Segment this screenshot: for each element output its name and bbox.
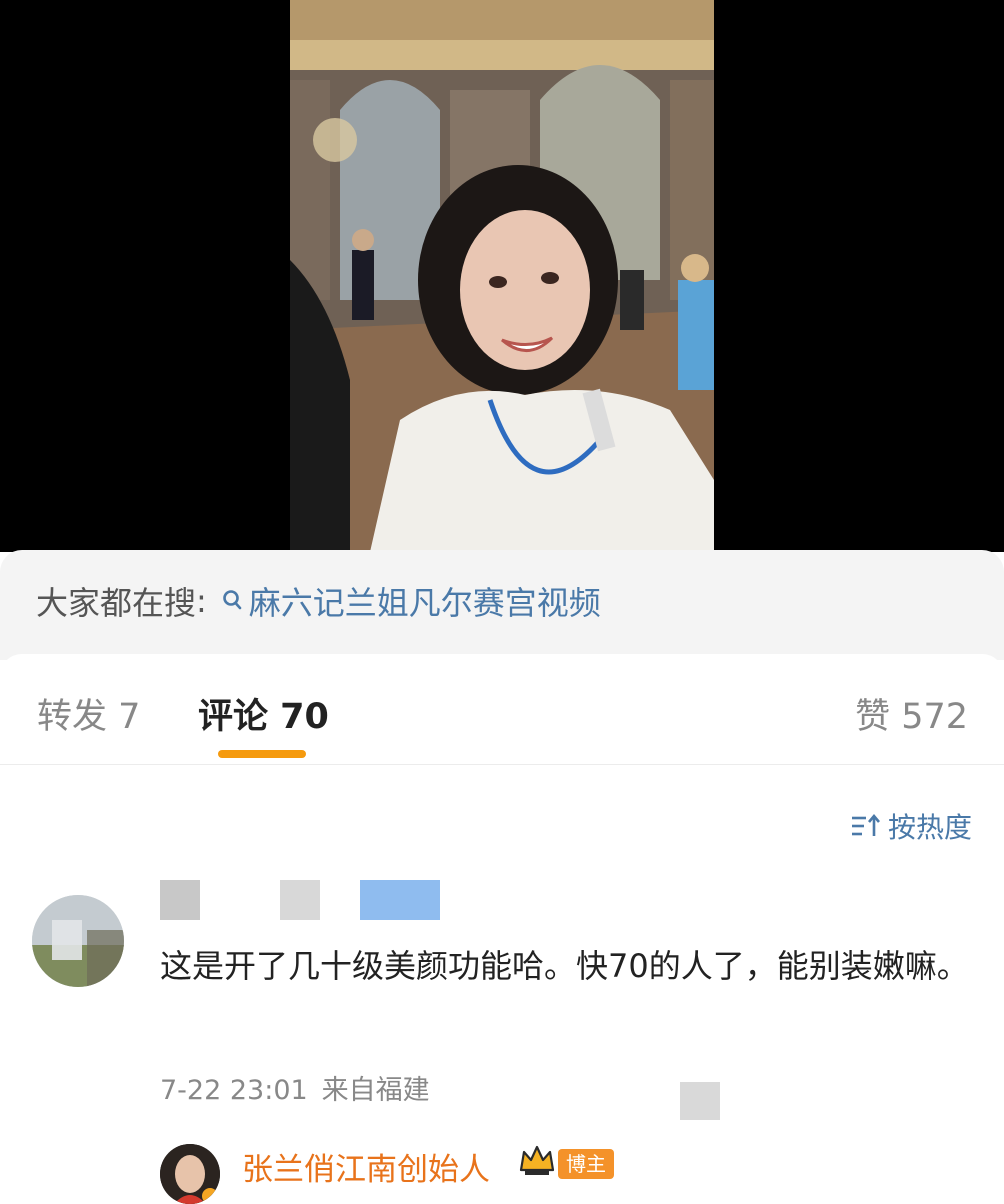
reply-avatar[interactable]	[160, 1144, 220, 1204]
username-blurred	[280, 880, 320, 920]
hot-search-colon: :	[196, 582, 207, 620]
comment-date: 7-22 23:01	[160, 1075, 308, 1106]
hot-search-row: 大家都在搜 : 麻六记兰姐凡尔赛宫视频	[36, 578, 601, 624]
hot-search-bar: 大家都在搜 : 麻六记兰姐凡尔赛宫视频	[0, 550, 1004, 660]
search-icon	[222, 590, 242, 610]
active-tab-indicator	[218, 750, 306, 758]
hot-search-keyword: 麻六记兰姐凡尔赛宫视频	[248, 584, 601, 622]
hot-search-label: 大家都在搜	[36, 584, 197, 622]
comment-text: 这是开了几十级美颜功能哈。快70的人了，能别装嫩嘛。	[160, 947, 969, 985]
username-blurred[interactable]	[160, 880, 200, 920]
crown-icon	[519, 1145, 555, 1175]
reply-author[interactable]: 张兰俏江南创始人	[242, 1144, 490, 1189]
interaction-panel: 转发 7 评论 70 赞 572 按热度 这是开了几十级美颜功能哈。快70的人了…	[0, 654, 1004, 1204]
avatar-image	[32, 895, 124, 987]
tab-like[interactable]: 赞 572	[855, 688, 968, 739]
tab-bar: 转发 7 评论 70 赞 572	[0, 654, 1004, 765]
comment-meta: 7-22 23:01 来自福建	[160, 1068, 430, 1107]
like-button-blurred[interactable]	[680, 1082, 720, 1120]
user-badge-blurred	[360, 880, 440, 920]
sort-button[interactable]: 按热度	[850, 806, 972, 846]
video-thumbnail	[290, 0, 714, 552]
hot-search-link[interactable]: 麻六记兰姐凡尔赛宫视频	[221, 578, 601, 624]
tab-comment[interactable]: 评论 70	[198, 688, 329, 739]
author-badge: 博主	[558, 1149, 614, 1179]
sort-label: 按热度	[887, 811, 972, 844]
sort-icon	[851, 813, 880, 836]
avatar-image	[160, 1144, 220, 1204]
video-frame[interactable]	[290, 0, 714, 552]
video-player[interactable]	[0, 0, 1004, 552]
tab-repost[interactable]: 转发 7	[37, 688, 140, 739]
comment-source: 来自福建	[321, 1075, 430, 1106]
avatar[interactable]	[32, 895, 124, 987]
